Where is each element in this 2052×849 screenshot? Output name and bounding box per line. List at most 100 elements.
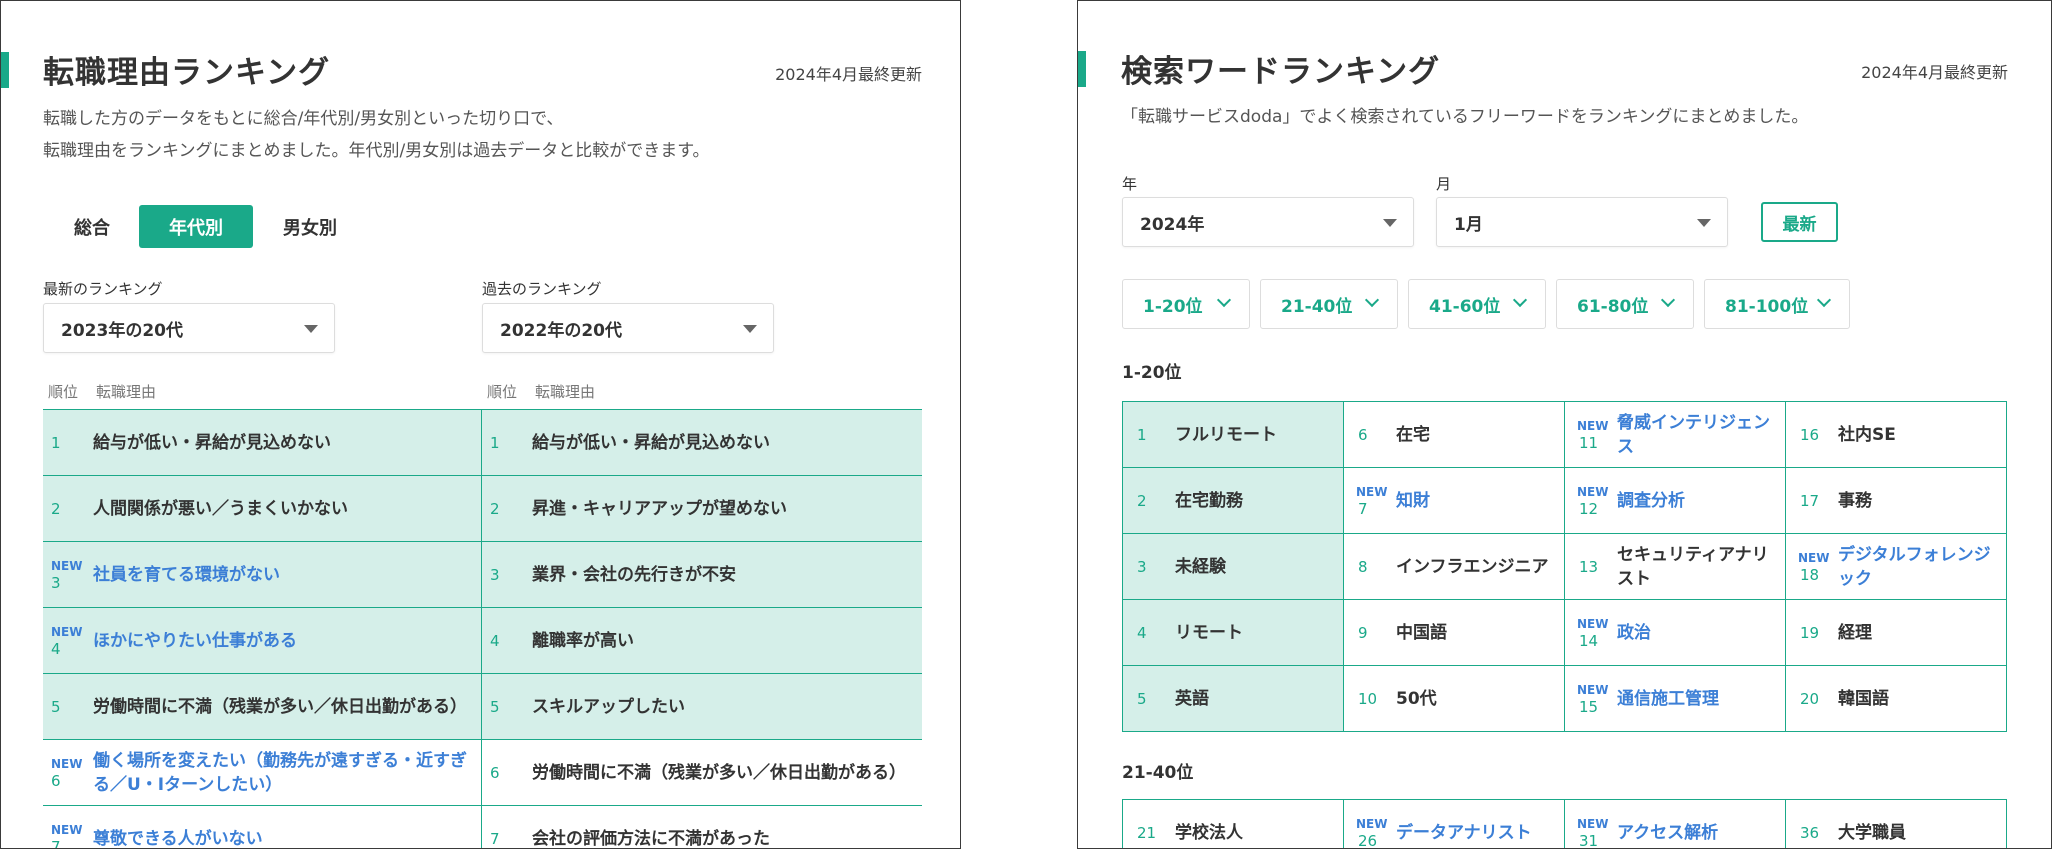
rank-number: 1 xyxy=(490,434,520,452)
ranking-cell: 13 セキュリティアナリスト xyxy=(1565,534,1786,600)
rank-number: NEW 6 xyxy=(51,756,82,790)
column-header-rank: 順位 xyxy=(487,383,518,401)
tab-overall[interactable]: 総合 xyxy=(49,205,135,248)
year-label: 年 xyxy=(1122,175,1138,193)
rank-value: 17 xyxy=(1800,491,1820,510)
rank-value: 2 xyxy=(1137,491,1147,510)
year-select[interactable]: 2024年 xyxy=(1122,197,1414,247)
ranking-cell: 21 学校法人 xyxy=(1123,800,1344,848)
ranking-cell: 9 中国語 xyxy=(1344,600,1565,666)
tab-by-age[interactable]: 年代別 xyxy=(139,205,253,248)
chevron-down-icon xyxy=(1216,292,1232,308)
search-word: セキュリティアナリスト xyxy=(1617,544,1769,589)
ranking-row[interactable]: NEW 4 ほかにやりたい仕事がある xyxy=(43,608,483,674)
range-label: 21-40位 xyxy=(1281,296,1353,317)
year-value: 2024年 xyxy=(1140,214,1205,235)
rank-value: 15 xyxy=(1579,697,1599,716)
rank-number: 17 xyxy=(1798,492,1834,510)
range-button-21-40[interactable]: 21-40位 xyxy=(1260,279,1398,329)
ranking-cell[interactable]: NEW 7 知財 xyxy=(1344,468,1565,534)
rank-value: 4 xyxy=(1137,623,1147,642)
rank-number: NEW 3 xyxy=(51,558,82,592)
ranking-cell[interactable]: NEW 11 脅威インテリジェンス xyxy=(1565,402,1786,468)
search-word-link[interactable]: 調査分析 xyxy=(1617,489,1775,513)
ranking-row: 2 人間関係が悪い／うまくいかない xyxy=(43,476,483,542)
rank-value: 9 xyxy=(1358,623,1368,642)
range-button-1-20[interactable]: 1-20位 xyxy=(1122,279,1250,329)
rank-number: 6 xyxy=(1356,426,1392,444)
rank-value: 7 xyxy=(490,829,500,848)
ranking-cell[interactable]: NEW 12 調査分析 xyxy=(1565,468,1786,534)
past-ranking-select[interactable]: 2022年の20代 xyxy=(482,303,774,353)
rank-value: 2 xyxy=(490,499,500,518)
rank-value: 20 xyxy=(1800,689,1820,708)
rank-number: 10 xyxy=(1356,690,1392,708)
ranking-row: 1 給与が低い・昇給が見込めない xyxy=(43,410,483,476)
month-select[interactable]: 1月 xyxy=(1436,197,1728,247)
new-badge: NEW xyxy=(1577,816,1609,831)
ranking-text: 給与が低い・昇給が見込めない xyxy=(93,432,331,453)
ranking-link[interactable]: 社員を育てる環境がない xyxy=(93,563,469,587)
search-word-link[interactable]: デジタルフォレンジック xyxy=(1838,543,1996,591)
ranking-row[interactable]: NEW 6 働く場所を変えたい（勤務先が遠すぎる・近すぎる／U・Iターンしたい） xyxy=(43,740,483,806)
search-word-link[interactable]: 知財 xyxy=(1396,489,1554,513)
rank-value: 26 xyxy=(1358,831,1378,849)
ranking-grid-1-20: 1 フルリモート 6 在宅 NEW 11 脅威インテリジェンス 16 社内SE 2 在宅勤務 NEW 7… xyxy=(1122,401,2007,732)
rank-value: 4 xyxy=(490,631,500,650)
ranking-cell[interactable]: NEW 26 データアナリスト xyxy=(1344,800,1565,849)
description-line-1: 転職した方のデータをもとに総合/年代別/男女別といった切り口で、 xyxy=(43,109,564,129)
latest-ranking-select[interactable]: 2023年の20代 xyxy=(43,303,335,353)
ranking-row[interactable]: NEW 3 社員を育てる環境がない xyxy=(43,542,483,608)
search-word: 韓国語 xyxy=(1838,688,1889,709)
ranking-cell[interactable]: NEW 14 政治 xyxy=(1565,600,1786,666)
tab-by-gender[interactable]: 男女別 xyxy=(267,205,353,248)
rank-value: 8 xyxy=(1358,557,1368,576)
rank-number: 3 xyxy=(490,566,520,584)
ranking-cell: 2 在宅勤務 xyxy=(1123,468,1344,534)
chevron-down-icon xyxy=(1816,292,1832,308)
search-word-link[interactable]: 政治 xyxy=(1617,621,1775,645)
search-word: 50代 xyxy=(1396,688,1437,709)
latest-button[interactable]: 最新 xyxy=(1761,202,1838,242)
range-button-41-60[interactable]: 41-60位 xyxy=(1408,279,1546,329)
rank-number: 8 xyxy=(1356,558,1392,576)
ranking-link[interactable]: ほかにやりたい仕事がある xyxy=(93,629,469,653)
ranking-link[interactable]: 尊敬できる人がいない xyxy=(93,827,469,849)
page-title: 検索ワードランキング xyxy=(1121,54,1441,90)
ranking-cell[interactable]: NEW 31 アクセス解析 xyxy=(1565,800,1786,848)
title-accent-bar xyxy=(1078,51,1086,87)
rank-value: 3 xyxy=(490,565,500,584)
range-button-61-80[interactable]: 61-80位 xyxy=(1556,279,1694,329)
range-label: 81-100位 xyxy=(1725,296,1809,317)
ranking-text: 労働時間に不満（残業が多い／休日出勤がある） xyxy=(93,696,467,717)
search-word: リモート xyxy=(1175,622,1243,643)
rank-number: NEW 4 xyxy=(51,624,82,658)
search-word-link[interactable]: 通信施工管理 xyxy=(1617,687,1775,711)
range-button-81-100[interactable]: 81-100位 xyxy=(1704,279,1850,329)
rank-value: 11 xyxy=(1579,433,1599,452)
ranking-cell: 19 経理 xyxy=(1786,600,2007,666)
ranking-cell: 36 大学職員 xyxy=(1786,800,2007,848)
ranking-link[interactable]: 働く場所を変えたい（勤務先が遠すぎる・近すぎる／U・Iターンしたい） xyxy=(93,749,469,797)
caret-down-icon xyxy=(1383,219,1397,227)
ranking-row[interactable]: NEW 7 尊敬できる人がいない xyxy=(43,806,483,849)
rank-value: 16 xyxy=(1800,425,1820,444)
ranking-cell[interactable]: NEW 15 通信施工管理 xyxy=(1565,666,1786,732)
search-word: 社内SE xyxy=(1838,424,1896,445)
ranking-row: 5 スキルアップしたい xyxy=(482,674,922,740)
search-word: インフラエンジニア xyxy=(1396,556,1549,577)
ranking-text: 会社の評価方法に不満があった xyxy=(532,828,770,849)
search-word-link[interactable]: 脅威インテリジェンス xyxy=(1617,411,1775,459)
grid-row: 1 フルリモート 6 在宅 NEW 11 脅威インテリジェンス 16 社内SE xyxy=(1123,402,2007,468)
new-badge: NEW xyxy=(1356,484,1388,499)
search-word-link[interactable]: データアナリスト xyxy=(1396,821,1554,845)
ranking-cell: 10 50代 xyxy=(1344,666,1565,732)
ranking-cell: 20 韓国語 xyxy=(1786,666,2007,732)
search-word-link[interactable]: アクセス解析 xyxy=(1617,821,1775,845)
rank-value: 2 xyxy=(51,499,61,518)
ranking-cell: 17 事務 xyxy=(1786,468,2007,534)
column-header-reason: 転職理由 xyxy=(96,383,157,401)
ranking-cell: 3 未経験 xyxy=(1123,534,1344,600)
ranking-cell: 8 インフラエンジニア xyxy=(1344,534,1565,600)
ranking-cell[interactable]: NEW 18 デジタルフォレンジック xyxy=(1786,534,2007,600)
